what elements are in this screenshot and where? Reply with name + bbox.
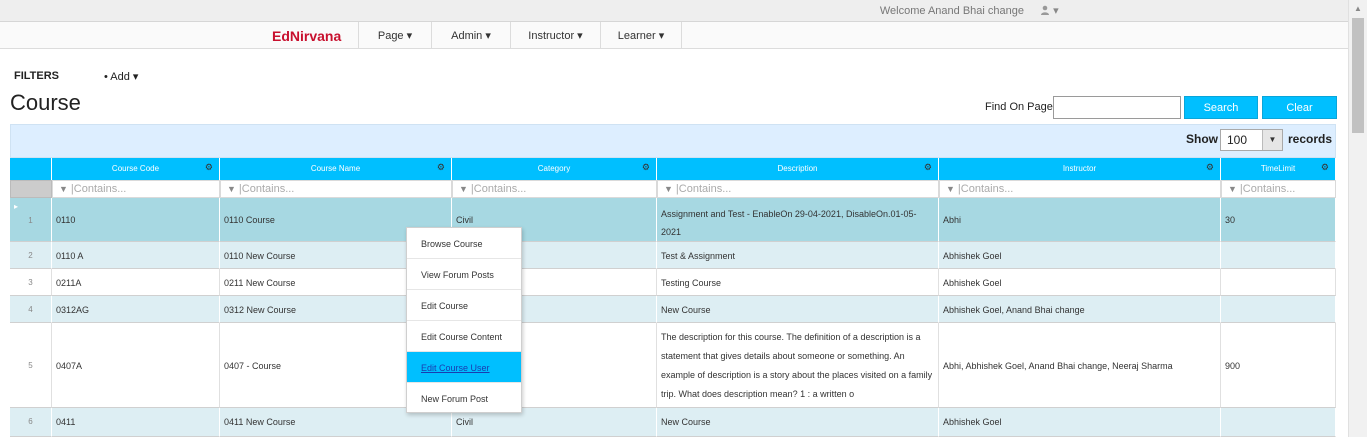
filter-icon: ▼	[946, 184, 955, 194]
page-size-select[interactable]: 100 ▼	[1220, 129, 1283, 151]
top-bar: Welcome Anand Bhai change ▾	[0, 0, 1348, 22]
row-number: 5	[10, 323, 52, 408]
cell-description: New Course	[657, 296, 939, 323]
filter-category[interactable]: ▼ |Contains...	[452, 180, 657, 198]
column-header-category[interactable]: Category ⚙	[452, 158, 657, 180]
filter-course-code[interactable]: ▼ |Contains...	[52, 180, 220, 198]
filter-instructor[interactable]: ▼ |Contains...	[939, 180, 1221, 198]
row-context-menu: Browse Course View Forum Posts Edit Cour…	[406, 227, 522, 413]
user-icon	[1041, 5, 1049, 15]
cell-description: New Course	[657, 408, 939, 437]
filter-timelimit[interactable]: ▼ |Contains...	[1221, 180, 1336, 198]
table-row[interactable]: 5 0407A 0407 - Course The description fo…	[10, 323, 1336, 408]
filter-icon: ▼	[59, 184, 68, 194]
clear-button[interactable]: Clear	[1262, 96, 1337, 119]
row-number: 2	[10, 242, 52, 269]
cell-instructor: Abhi	[939, 198, 1221, 242]
nav-learner-menu[interactable]: Learner ▾	[600, 22, 682, 48]
scrollbar-thumb[interactable]	[1352, 18, 1364, 133]
column-header-description[interactable]: Description ⚙	[657, 158, 939, 180]
filter-icon: ▼	[227, 184, 236, 194]
menu-item-edit-course-user[interactable]: Edit Course User	[407, 352, 521, 383]
cell-course-code: 0110	[52, 198, 220, 242]
chevron-down-icon[interactable]: ▼	[1262, 130, 1282, 150]
cell-instructor: Abhishek Goel, Anand Bhai change	[939, 296, 1221, 323]
table-row[interactable]: 4 0312AG 0312 New Course New Course Abhi…	[10, 296, 1336, 323]
cell-timelimit	[1221, 408, 1336, 437]
row-number-filter	[10, 180, 52, 198]
cell-timelimit	[1221, 242, 1336, 269]
table-row[interactable]: 3 0211A 0211 New Course Testing Course A…	[10, 269, 1336, 296]
nav-admin-menu[interactable]: Admin ▾	[431, 22, 510, 48]
cell-course-code: 0411	[52, 408, 220, 437]
brand-logo[interactable]: EdNirvana	[272, 28, 341, 44]
column-header-instructor[interactable]: Instructor ⚙	[939, 158, 1221, 180]
gear-icon[interactable]: ⚙	[924, 162, 932, 173]
menu-item-view-forum-posts[interactable]: View Forum Posts	[407, 259, 521, 290]
table-row[interactable]: ▸ 1 0110 0110 Course Civil Assignment and…	[10, 198, 1336, 242]
nav-instructor-menu[interactable]: Instructor ▾	[510, 22, 600, 48]
column-header-course-code[interactable]: Course Code ⚙	[52, 158, 220, 180]
filter-icon: ▼	[1228, 184, 1237, 194]
menu-item-new-forum-post[interactable]: New Forum Post	[407, 383, 521, 414]
cell-instructor: Abhi, Abhishek Goel, Anand Bhai change, …	[939, 323, 1221, 408]
gear-icon[interactable]: ⚙	[205, 162, 213, 173]
cell-timelimit: 900	[1221, 323, 1336, 408]
gear-icon[interactable]: ⚙	[642, 162, 650, 173]
gear-icon[interactable]: ⚙	[1206, 162, 1214, 173]
menu-item-browse-course[interactable]: Browse Course	[407, 228, 521, 259]
filter-icon: ▼	[664, 184, 673, 194]
cell-description: Assignment and Test - EnableOn 29-04-202…	[657, 198, 939, 242]
table-row[interactable]: 2 0110 A 0110 New Course Test & Assignme…	[10, 242, 1336, 269]
cell-course-code: 0110 A	[52, 242, 220, 269]
grid-toolbar	[10, 124, 1336, 158]
welcome-text: Welcome Anand Bhai change	[879, 5, 1024, 17]
row-number: 4	[10, 296, 52, 323]
cell-timelimit	[1221, 296, 1336, 323]
cell-course-code: 0312AG	[52, 296, 220, 323]
page-title: Course	[10, 90, 81, 115]
cell-timelimit: 30	[1221, 198, 1336, 242]
row-number: 3	[10, 269, 52, 296]
gear-icon[interactable]: ⚙	[437, 162, 445, 173]
menu-item-edit-course-content[interactable]: Edit Course Content	[407, 321, 521, 352]
search-button[interactable]: Search	[1184, 96, 1258, 119]
add-filter-button[interactable]: • Add ▾	[104, 70, 138, 83]
column-header-course-name[interactable]: Course Name ⚙	[220, 158, 452, 180]
scroll-up-icon[interactable]: ▲	[1354, 4, 1362, 13]
cell-description: Testing Course	[657, 269, 939, 296]
cell-description: Test & Assignment	[657, 242, 939, 269]
cell-description: The description for this course. The def…	[657, 323, 939, 408]
gear-icon[interactable]: ⚙	[1321, 162, 1329, 173]
filter-description[interactable]: ▼ |Contains...	[657, 180, 939, 198]
cell-instructor: Abhishek Goel	[939, 242, 1221, 269]
row-number: 6	[10, 408, 52, 437]
row-number: ▸ 1	[10, 198, 52, 242]
page-scrollbar[interactable]: ▲	[1348, 0, 1367, 437]
find-on-page-input[interactable]	[1053, 96, 1181, 119]
main-navbar: EdNirvana Page ▾ Admin ▾ Instructor ▾ Le…	[0, 22, 1348, 49]
user-menu[interactable]: ▾	[1040, 4, 1059, 17]
show-label: Show	[1186, 132, 1218, 146]
find-on-page-label: Find On Page	[985, 101, 1053, 113]
row-number-header	[10, 158, 52, 180]
cell-course-code: 0211A	[52, 269, 220, 296]
records-label: records	[1288, 132, 1333, 146]
cell-instructor: Abhishek Goel	[939, 408, 1221, 437]
cell-timelimit	[1221, 269, 1336, 296]
column-header-timelimit[interactable]: TimeLimit ⚙	[1221, 158, 1336, 180]
filters-label: FILTERS	[14, 70, 60, 82]
chevron-down-icon: ▾	[1053, 5, 1059, 17]
cell-course-code: 0407A	[52, 323, 220, 408]
table-row[interactable]: 6 0411 0411 New Course Civil New Course …	[10, 408, 1336, 437]
filter-course-name[interactable]: ▼ |Contains...	[220, 180, 452, 198]
filter-icon: ▼	[459, 184, 468, 194]
row-indicator-icon: ▸	[14, 202, 19, 211]
nav-page-menu[interactable]: Page ▾	[358, 22, 431, 48]
menu-item-edit-course[interactable]: Edit Course	[407, 290, 521, 321]
cell-instructor: Abhishek Goel	[939, 269, 1221, 296]
